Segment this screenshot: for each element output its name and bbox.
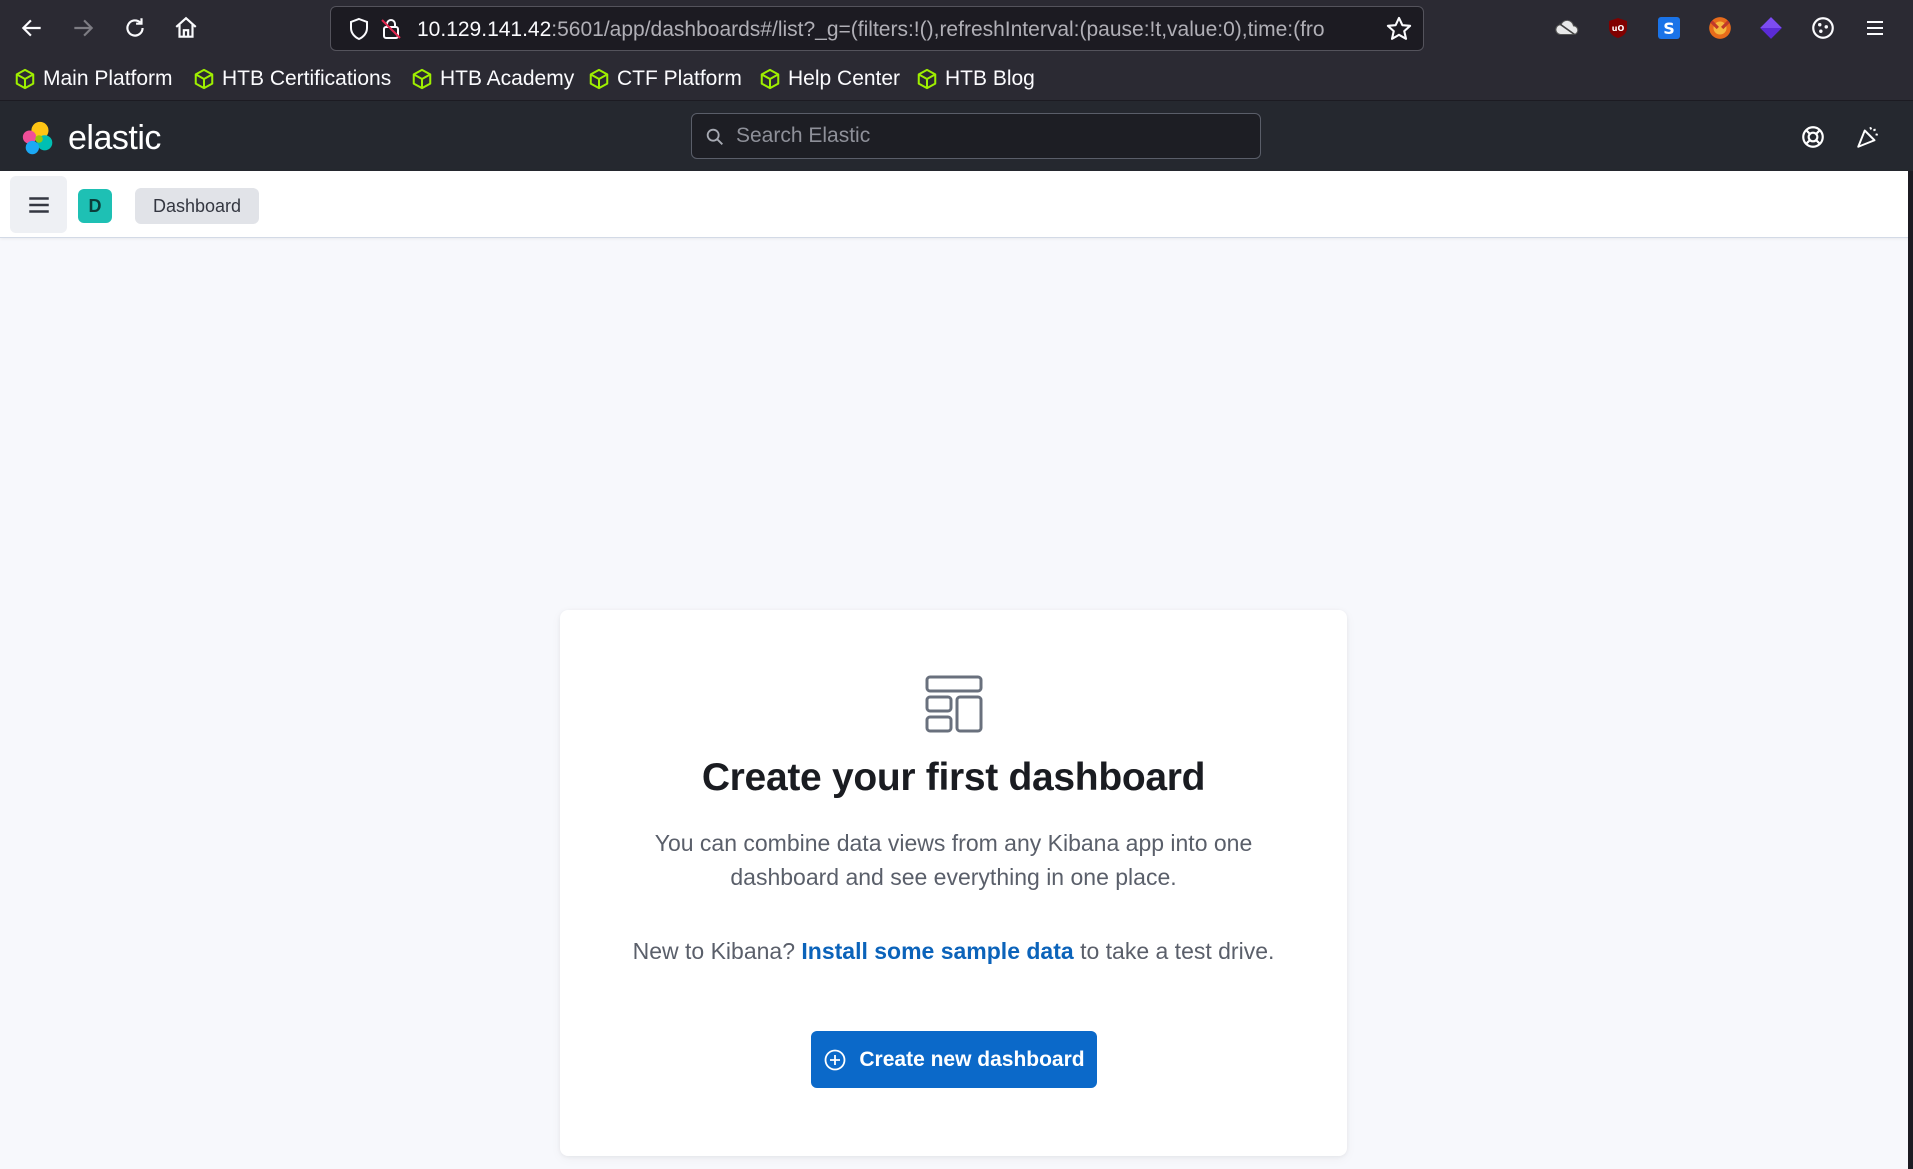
ext-fox-icon[interactable] [1705,13,1735,43]
bookmark-ctf-platform[interactable]: CTF Platform [588,66,742,92]
address-bar[interactable]: 10.129.141.42:5601/app/dashboards#/list?… [330,6,1424,51]
install-sample-data-link[interactable]: Install some sample data [801,938,1073,964]
ext-purple-diamond-icon[interactable] [1756,13,1786,43]
bookmark-htb-blog[interactable]: HTB Blog [916,66,1035,92]
htb-cube-icon [15,68,35,90]
empty-state-panel: Create your first dashboard You can comb… [560,610,1347,1156]
reload-icon [126,18,144,37]
bookmark-htb-certifications[interactable]: HTB Certifications [193,66,391,92]
hamburger-menu-icon [28,196,49,213]
htb-cube-icon [194,68,214,90]
bookmark-label: Main Platform [43,67,173,90]
bookmark-star-icon[interactable] [1385,15,1413,43]
htb-cube-icon [760,68,780,90]
sample-prefix: New to Kibana? [632,938,795,964]
empty-state-title: Create your first dashboard [701,756,1206,799]
window-edge [1908,171,1913,1169]
forward-button[interactable] [65,10,101,46]
htb-cube-icon [412,68,432,90]
app-menu-icon[interactable] [1860,13,1890,43]
search-icon [706,128,723,145]
ext-s-icon[interactable]: S [1654,13,1684,43]
home-button[interactable] [168,10,204,46]
dashboard-layout-icon [925,675,983,733]
home-icon [175,16,197,38]
insecure-lock-icon[interactable] [379,17,403,41]
help-button[interactable] [1797,121,1829,153]
url-text: 10.129.141.42:5601/app/dashboards#/list?… [417,16,1367,43]
empty-state-description: You can combine data views from any Kiba… [654,830,1253,890]
newsfeed-button[interactable] [1852,121,1884,153]
url-host: 10.129.141.42 [417,18,552,41]
sample-data-prompt: New to Kibana? Install some sample data … [630,934,1277,968]
help-lifebuoy-icon [1802,126,1824,148]
url-path: :5601/app/dashboards#/list?_g=(filters:!… [551,18,1325,41]
bookmark-label: Help Center [788,67,901,90]
bookmark-help-center[interactable]: Help Center [759,66,900,92]
bookmarks-bar: Main Platform HTB Certifications HTB Aca… [0,57,1913,101]
bookmark-main-platform[interactable]: Main Platform [14,66,173,92]
elastic-logo[interactable]: elastic [20,119,161,158]
newsfeed-cheer-icon [1857,126,1878,148]
browser-toolbar: 10.129.141.42:5601/app/dashboards#/list?… [0,0,1913,57]
bookmark-label: CTF Platform [617,67,742,90]
breadcrumb-bar: D Dashboard [0,171,1913,238]
back-arrow-icon [21,19,41,37]
kibana-header: elastic [0,101,1913,171]
htb-cube-icon [589,68,609,90]
reload-button[interactable] [117,10,153,46]
bookmark-label: HTB Certifications [222,67,392,90]
back-button[interactable] [14,10,50,46]
elastic-cluster-icon [22,121,53,154]
bookmark-label: HTB Academy [440,67,575,90]
breadcrumb-dashboard: Dashboard [135,188,260,224]
sample-suffix: to take a test drive. [1080,938,1275,964]
bookmark-htb-academy[interactable]: HTB Academy [411,66,574,92]
plus-circle-icon [824,1049,846,1070]
ext-cloud-icon[interactable] [1552,13,1582,43]
svg-text:S: S [1663,19,1675,38]
svg-text:uO: uO [1612,24,1625,33]
search-input[interactable] [736,114,1246,158]
shield-icon[interactable] [347,17,371,41]
create-button-label: Create new dashboard [859,1047,1085,1071]
create-new-dashboard-button[interactable]: Create new dashboard [811,1031,1097,1088]
ublock-origin-icon[interactable]: uO [1603,13,1633,43]
ext-cookie-icon[interactable] [1808,13,1838,43]
htb-cube-icon [917,68,937,90]
search-box[interactable] [691,113,1261,159]
bookmark-label: HTB Blog [945,67,1035,90]
logo-text: elastic [68,119,161,157]
nav-menu-button[interactable] [10,176,67,233]
forward-arrow-icon [74,19,94,37]
space-avatar[interactable]: D [78,189,112,223]
